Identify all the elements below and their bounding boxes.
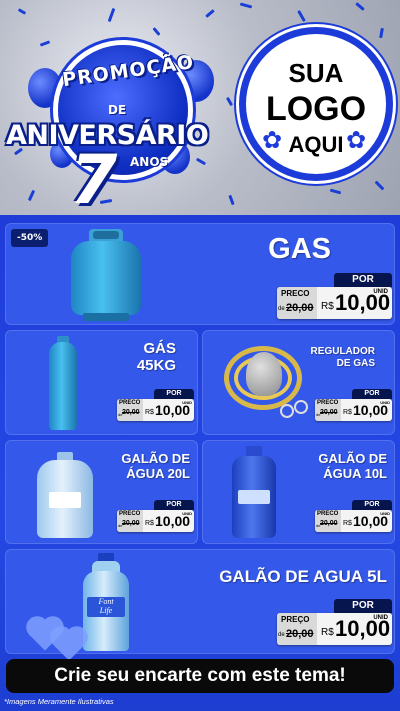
confetti xyxy=(379,27,384,39)
cta-banner[interactable]: Crie seu encarte com este tema! xyxy=(6,659,394,693)
product-title: GAS xyxy=(268,233,331,265)
discount-badge: -50% xyxy=(11,229,49,247)
product-title-line-1: REGULADOR xyxy=(310,346,375,357)
unit-label: UNID xyxy=(380,511,390,516)
old-price: 20,00 xyxy=(286,302,314,314)
currency: R$ xyxy=(343,409,352,416)
logo-placeholder: SUA LOGO AQUI ✿ ✿ xyxy=(246,34,386,174)
preco-label: PRECO xyxy=(317,511,339,517)
flower-icon: ✿ xyxy=(262,126,283,154)
confetti xyxy=(205,9,215,18)
confetti xyxy=(355,2,365,11)
product-title-line-1: GALÃO DE xyxy=(121,451,190,466)
product-title: GALÃO DE ÁGUA 10L xyxy=(318,451,387,482)
price-tag: POR PRECO de 20,00 R$ 10,00 UNID xyxy=(117,500,194,532)
water-jug-20l-image xyxy=(37,452,93,538)
water-jug-10l-image xyxy=(232,446,276,538)
product-title: REGULADOR DE GAS xyxy=(311,346,375,369)
anniversary-promo-logo: PROMOÇÃO DE ANIVERSÁRIO 7 ANOS xyxy=(0,35,240,215)
product-title: GALÃO DE AGUA 5L xyxy=(219,567,387,586)
old-price: 20,00 xyxy=(122,520,140,527)
currency: R$ xyxy=(145,520,154,527)
product-card-water-20l[interactable]: GALÃO DE ÁGUA 20L POR PRECO de 20,00 R$ … xyxy=(5,440,198,544)
product-title-line-2: 45KG xyxy=(136,357,176,375)
old-price: 20,00 xyxy=(286,628,314,640)
unit-label: UNID xyxy=(380,400,390,405)
por-label: POR xyxy=(352,389,392,399)
confetti xyxy=(329,188,342,195)
preco-label: PRECO xyxy=(119,511,141,517)
de-word: DE xyxy=(108,103,127,117)
anniversary-number: 7 xyxy=(70,141,118,215)
header-banner: PROMOÇÃO DE ANIVERSÁRIO 7 ANOS SUA LOGO … xyxy=(0,0,400,215)
logo-line-1: SUA xyxy=(288,58,344,88)
de-label: de xyxy=(278,306,285,312)
de-label: de xyxy=(278,632,285,638)
unit-label: UNID xyxy=(373,615,388,621)
product-card-gas-45kg[interactable]: GÁS 45KG POR PRECO de 20,00 R$ 10,00 UNI… xyxy=(5,330,198,435)
confetti xyxy=(17,8,27,15)
currency: R$ xyxy=(321,301,334,312)
product-title: GÁS 45KG xyxy=(137,340,176,375)
product-title-line-2: ÁGUA 10L xyxy=(323,465,387,481)
preco-label: PRECO xyxy=(317,400,339,406)
price-tag: POR PRECO de 20,00 R$ 10,00 UNID xyxy=(117,389,194,421)
bottle-brand-line-2: Life xyxy=(99,606,113,615)
unit-label: UNID xyxy=(373,289,388,295)
currency: R$ xyxy=(321,627,334,638)
flower-icon: ✿ xyxy=(346,126,367,154)
por-label: POR xyxy=(154,389,194,399)
price-tag: POR PREÇO de 20,00 R$ 10,00 UNID xyxy=(277,599,392,645)
old-price: 20,00 xyxy=(320,409,338,416)
currency: R$ xyxy=(145,409,154,416)
preco-label: PRECO xyxy=(281,289,310,298)
old-price: 20,00 xyxy=(320,520,338,527)
product-title: GALÃO DE ÁGUA 20L xyxy=(121,451,190,482)
currency: R$ xyxy=(343,520,352,527)
product-card-regulator[interactable]: REGULADOR DE GAS POR PRECO de 20,00 R$ 1… xyxy=(202,330,395,435)
product-card-water-10l[interactable]: GALÃO DE ÁGUA 10L POR PRECO de 20,00 R$ … xyxy=(202,440,395,544)
product-card-gas[interactable]: -50% GAS POR PRECO de 20,00 R$ 10,00 UNI… xyxy=(5,223,395,325)
product-title-line-1: GÁS xyxy=(143,340,176,357)
gas-regulator-image xyxy=(220,338,310,420)
preco-label: PREÇO xyxy=(281,615,310,624)
confetti xyxy=(239,2,253,9)
unit-label: UNID xyxy=(182,511,192,516)
unit-label: UNID xyxy=(182,400,192,405)
por-label: POR xyxy=(334,273,392,287)
por-label: POR xyxy=(334,599,392,613)
old-price: 20,00 xyxy=(122,409,140,416)
bottle-brand-line-1: Font xyxy=(98,597,114,606)
logo-line-2: LOGO xyxy=(265,90,367,128)
confetti xyxy=(374,180,385,191)
por-label: POR xyxy=(352,500,392,510)
footnote: *Imagens Meramente Ilustrativas xyxy=(4,697,114,706)
confetti xyxy=(297,10,306,22)
gas-cylinder-45kg-image xyxy=(49,336,77,430)
price-tag: POR PRECO de 20,00 R$ 10,00 UNID xyxy=(277,273,392,319)
por-label: POR xyxy=(154,500,194,510)
water-bottle-5l-image: Font Life xyxy=(83,553,129,651)
product-title-line-2: DE GAS xyxy=(336,357,375,369)
gas-cylinder-image xyxy=(69,229,143,321)
product-title-line-1: GALÃO DE xyxy=(318,451,387,466)
price-tag: POR PRECO de 20,00 R$ 10,00 UNID xyxy=(315,500,392,532)
confetti xyxy=(107,7,116,23)
product-title-line-2: ÁGUA 20L xyxy=(126,465,190,481)
anos-word: ANOS xyxy=(130,155,169,169)
preco-label: PRECO xyxy=(119,400,141,406)
price-tag: POR PRECO de 20,00 R$ 10,00 UNID xyxy=(315,389,392,421)
